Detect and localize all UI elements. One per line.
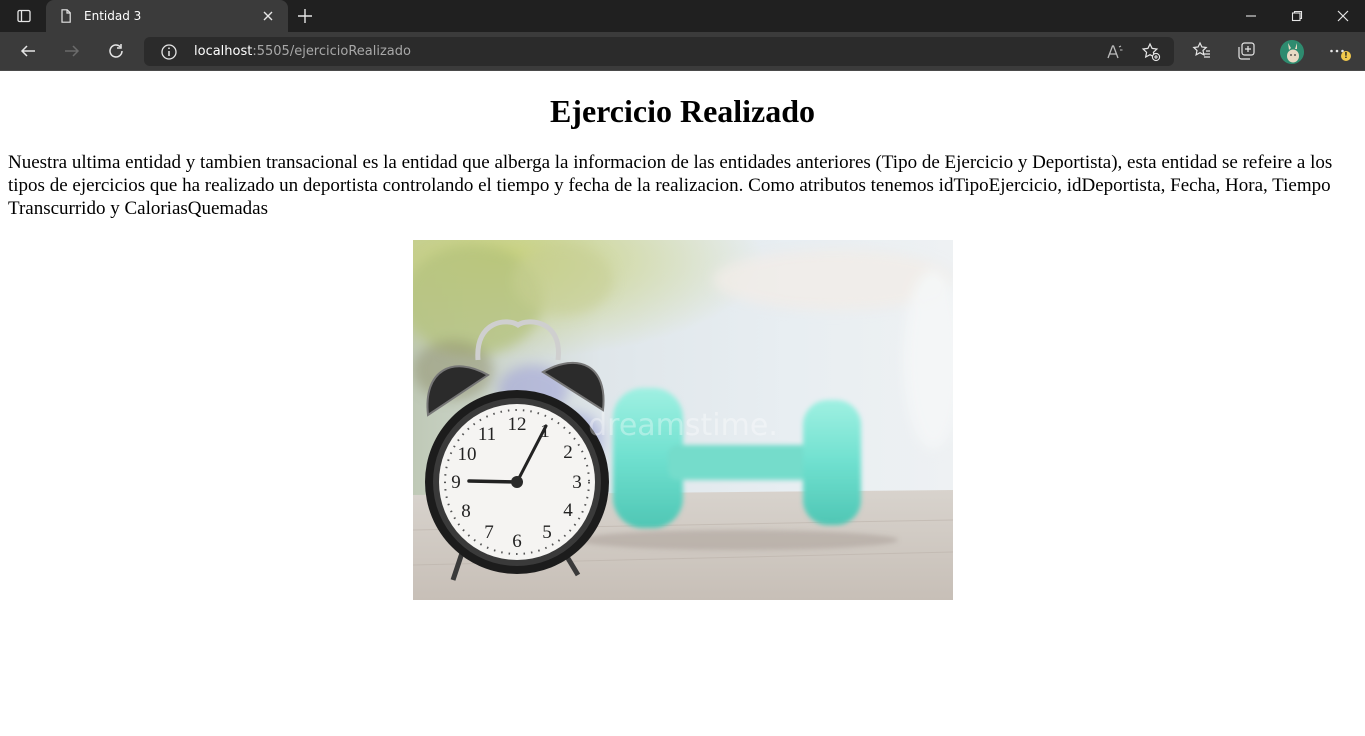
clock-number-12: 12 — [508, 414, 527, 435]
site-info-icon[interactable] — [160, 43, 178, 61]
restore-icon[interactable] — [1274, 0, 1320, 32]
warning-badge-icon: ! — [1341, 51, 1351, 61]
tab-title: Entidad 3 — [84, 9, 142, 23]
profile-avatar[interactable] — [1280, 40, 1304, 64]
browser-tab-active[interactable]: Entidad 3 — [46, 0, 288, 32]
clock-number-11: 11 — [478, 424, 496, 445]
add-favorite-icon[interactable] — [1141, 42, 1161, 62]
hero-image-svg: 12 1 2 3 4 5 6 7 8 9 10 11 dreamstime. — [413, 240, 953, 600]
browser-toolbar: localhost:5505/ejercicioRealizado ! — [0, 32, 1365, 71]
refresh-icon[interactable] — [101, 36, 131, 66]
watermark-text: dreamstime. — [588, 408, 778, 443]
new-tab-icon[interactable] — [294, 5, 316, 27]
read-aloud-icon[interactable] — [1105, 42, 1125, 62]
minimize-icon[interactable] — [1228, 0, 1274, 32]
clock-number-4: 4 — [563, 500, 573, 521]
tab-close-icon[interactable] — [260, 8, 276, 24]
alarm-clock-dumbbell-photo: 12 1 2 3 4 5 6 7 8 9 10 11 dreamstime. — [413, 240, 953, 600]
clock-number-7: 7 — [484, 522, 494, 543]
page-content: Ejercicio Realizado Nuestra ultima entid… — [0, 71, 1365, 736]
browser-titlebar: Entidad 3 — [0, 0, 1365, 32]
clock-number-3: 3 — [572, 472, 582, 493]
clock-number-10: 10 — [458, 444, 477, 465]
url-host: localhost — [194, 44, 253, 59]
page-description: Nuestra ultima entidad y tambien transac… — [8, 152, 1333, 219]
tab-actions-icon[interactable] — [8, 4, 40, 28]
clock-number-5: 5 — [542, 522, 552, 543]
clock-number-8: 8 — [461, 501, 471, 522]
back-icon[interactable] — [13, 36, 43, 66]
collections-icon[interactable] — [1231, 36, 1261, 66]
address-bar[interactable]: localhost:5505/ejercicioRealizado — [144, 37, 1174, 66]
address-url[interactable]: localhost:5505/ejercicioRealizado — [194, 43, 411, 60]
clock-number-9: 9 — [451, 472, 461, 493]
close-icon[interactable] — [1320, 0, 1365, 32]
page-title: Ejercicio Realizado — [549, 93, 816, 129]
url-path: :5505/ejercicioRealizado — [252, 44, 411, 59]
favorites-icon[interactable] — [1187, 36, 1217, 66]
clock-number-6: 6 — [512, 531, 522, 552]
page-icon — [58, 8, 74, 24]
forward-icon[interactable] — [57, 36, 87, 66]
clock-number-2: 2 — [563, 442, 573, 463]
